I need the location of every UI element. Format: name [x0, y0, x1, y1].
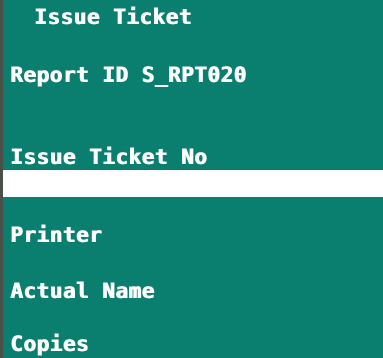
- issue-ticket-no-input[interactable]: [3, 170, 383, 197]
- terminal-screen: Issue Ticket Report ID S_RPT020 Issue Ti…: [0, 0, 383, 358]
- printer-label: Printer: [10, 223, 103, 247]
- issue-ticket-no-label: Issue Ticket No: [10, 145, 208, 169]
- report-id-label: Report ID S_RPT020: [10, 63, 247, 87]
- copies-label: Copies: [10, 332, 89, 356]
- screen-title: Issue Ticket: [34, 5, 192, 29]
- actual-name-label: Actual Name: [10, 279, 155, 303]
